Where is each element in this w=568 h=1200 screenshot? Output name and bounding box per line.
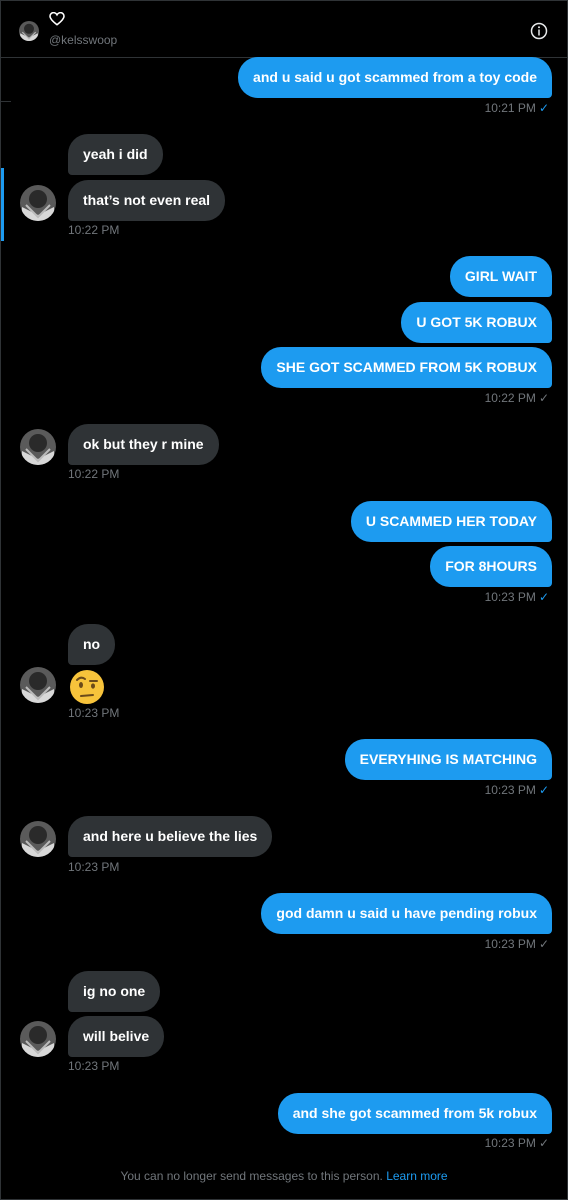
avatar[interactable] — [20, 821, 56, 857]
message-timestamp: 10:21 PM ✓ — [485, 101, 549, 115]
avatar[interactable] — [20, 1021, 56, 1057]
avatar-image — [20, 429, 56, 465]
message-timestamp: 10:23 PM — [68, 706, 120, 720]
read-check-icon: ✓ — [538, 590, 549, 604]
message-outgoing[interactable]: EVERYHING IS MATCHING — [344, 739, 552, 780]
message-incoming[interactable]: no — [68, 624, 116, 665]
message-timestamp: 10:23 PM — [68, 1059, 120, 1073]
sent-check-icon: ✓ — [538, 391, 549, 405]
timestamp-text: 10:22 PM — [484, 391, 536, 405]
info-icon[interactable] — [530, 22, 548, 40]
divider — [1, 101, 11, 102]
message-outgoing[interactable]: FOR 8HOURS — [430, 546, 552, 587]
read-check-icon: ✓ — [538, 783, 549, 797]
notice-text: You can no longer send messages to this … — [120, 1169, 383, 1183]
message-incoming[interactable]: ig no one — [68, 971, 161, 1012]
avatar[interactable] — [20, 185, 56, 221]
timestamp-text: 10:23 PM — [484, 590, 536, 604]
message-timestamp: 10:22 PM — [68, 223, 120, 237]
message-timestamp: 10:23 PM ✓ — [485, 783, 549, 797]
sent-check-icon: ✓ — [538, 1136, 549, 1150]
conversation-header: @kelsswoop — [1, 1, 567, 58]
avatar-image — [20, 185, 56, 221]
timestamp-text: 10:21 PM — [484, 101, 536, 115]
message-timestamp: 10:23 PM — [68, 860, 120, 874]
message-timestamp: 10:23 PM ✓ — [485, 1136, 549, 1150]
message-timestamp: 10:22 PM ✓ — [485, 391, 549, 405]
message-outgoing[interactable]: and she got scammed from 5k robux — [277, 1093, 552, 1134]
message-incoming[interactable]: yeah i did — [68, 134, 163, 175]
message-incoming[interactable]: and here u believe the lies — [68, 816, 273, 857]
avatar-image — [20, 821, 56, 857]
timestamp-text: 10:23 PM — [484, 937, 536, 951]
timestamp-text: 10:23 PM — [484, 1136, 536, 1150]
learn-more-link[interactable]: Learn more — [386, 1169, 447, 1183]
heart-outline-icon — [49, 12, 65, 26]
message-outgoing[interactable]: god damn u said u have pending robux — [261, 893, 552, 934]
sent-check-icon: ✓ — [538, 937, 549, 951]
message-outgoing[interactable]: U SCAMMED HER TODAY — [350, 501, 552, 542]
dm-conversation-window: @kelsswoop and u said u got scammed from… — [0, 0, 568, 1200]
message-outgoing[interactable]: SHE GOT SCAMMED FROM 5K ROBUX — [261, 347, 552, 388]
active-indicator — [1, 168, 4, 241]
read-check-icon: ✓ — [538, 101, 549, 115]
avatar-image — [20, 1021, 56, 1057]
avatar[interactable] — [20, 667, 56, 703]
message-incoming[interactable]: will belive — [68, 1016, 165, 1057]
avatar-image — [19, 21, 39, 41]
message-incoming[interactable]: ok but they r mine — [68, 424, 219, 465]
avatar[interactable] — [19, 21, 39, 41]
message-outgoing[interactable]: U GOT 5K ROBUX — [401, 302, 552, 343]
message-timestamp: 10:23 PM ✓ — [485, 590, 549, 604]
message-timestamp: 10:23 PM ✓ — [485, 937, 549, 951]
message-incoming[interactable]: that’s not even real — [68, 180, 226, 221]
timestamp-text: 10:23 PM — [484, 783, 536, 797]
avatar[interactable] — [20, 429, 56, 465]
face-with-raised-eyebrow-emoji[interactable] — [68, 668, 106, 706]
message-outgoing[interactable]: and u said u got scammed from a toy code — [238, 57, 552, 98]
messaging-disabled-notice: You can no longer send messages to this … — [1, 1169, 567, 1183]
message-outgoing[interactable]: GIRL WAIT — [449, 256, 552, 297]
avatar-image — [20, 667, 56, 703]
message-timestamp: 10:22 PM — [68, 467, 120, 481]
user-handle[interactable]: @kelsswoop — [49, 33, 117, 47]
